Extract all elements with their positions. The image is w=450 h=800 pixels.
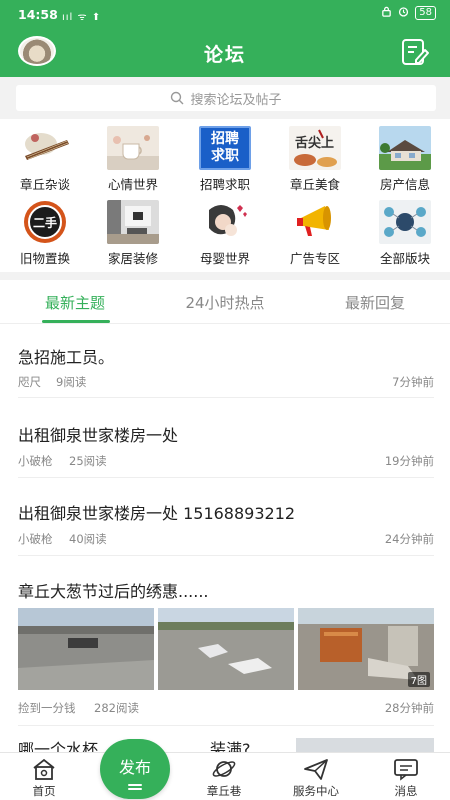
- post-author: 小破枪: [18, 454, 53, 468]
- recruitment-image: 招聘求职: [199, 126, 251, 170]
- post-time: 24分钟前: [384, 532, 434, 546]
- photo-count-badge: 7图: [407, 672, 430, 687]
- nav-messages-label: 消息: [394, 784, 418, 798]
- post-photo-strip: 7图: [18, 608, 434, 690]
- message-icon: [394, 759, 418, 781]
- post-title: 章丘大葱节过后的绣惠......: [18, 582, 209, 601]
- zither-image: [19, 126, 71, 170]
- alarm-icon: [398, 6, 409, 20]
- nav-home[interactable]: 首页: [4, 757, 84, 799]
- category-label: 全部版块: [379, 251, 430, 266]
- status-time: 14:58: [18, 7, 58, 22]
- search-icon: [171, 91, 184, 105]
- post-time: 7分钟前: [392, 375, 434, 389]
- post-time: 28分钟前: [384, 701, 434, 715]
- paper-plane-icon: [304, 759, 328, 780]
- tab-latest-replies[interactable]: 最新回复: [300, 292, 450, 313]
- megaphone-image: [289, 200, 341, 244]
- mother-baby-image: [199, 200, 251, 244]
- publish-label: 发布: [118, 758, 151, 777]
- post-title: 出租御泉世家楼房一处 15168893212: [18, 504, 296, 523]
- category-grid: 章丘杂谈 心情世界 招聘求职 招聘求职 舌尖上 章丘美食 房产信息 二手 旧物置…: [0, 122, 450, 268]
- category-label: 家居装修: [107, 251, 158, 266]
- lock-icon: [381, 6, 392, 20]
- category-label: 旧物置换: [19, 251, 70, 266]
- food-image: 舌尖上: [289, 126, 341, 170]
- section-divider: [0, 272, 450, 280]
- post-read-count: 25阅读: [69, 454, 107, 468]
- category-mother-baby[interactable]: 母婴世界: [180, 196, 270, 268]
- post-photo[interactable]: [158, 608, 294, 690]
- nav-home-label: 首页: [32, 784, 56, 798]
- nav-messages[interactable]: 消息: [366, 757, 446, 799]
- post-read-count: 40阅读: [69, 532, 107, 546]
- category-home-decor[interactable]: 家居装修: [88, 196, 178, 268]
- home-icon: [33, 758, 55, 780]
- edit-post-icon[interactable]: [400, 38, 430, 66]
- post-author: 小破枪: [18, 532, 53, 546]
- post-author: 捡到一分钱: [18, 701, 76, 715]
- status-bar: 14:58 ııl ᯤ ⬆ 58: [0, 0, 450, 28]
- nav-lane-label: 章丘巷: [206, 784, 242, 798]
- post-photo[interactable]: 7图: [298, 608, 434, 690]
- list-item[interactable]: 出租御泉世家楼房一处 15168893212 小破枪 40阅读 24分钟前: [18, 486, 434, 556]
- tab-24h-hot[interactable]: 24小时热点: [150, 292, 300, 313]
- top-bar: 14:58 ııl ᯤ ⬆ 58 论坛: [0, 0, 450, 77]
- category-mood-world[interactable]: 心情世界: [88, 122, 178, 194]
- search-placeholder: 搜索论坛及帖子: [190, 92, 282, 108]
- house-image: [379, 126, 431, 170]
- tab-latest-topics[interactable]: 最新主题: [0, 292, 150, 313]
- publish-button[interactable]: 发布: [100, 739, 170, 799]
- cup-image: [107, 126, 159, 170]
- nav-zhangqiu-lane[interactable]: 章丘巷: [184, 757, 264, 799]
- nav-service-label: 服务中心: [293, 784, 339, 798]
- post-title: 急招施工员。: [18, 348, 115, 367]
- category-label: 心情世界: [107, 177, 158, 192]
- category-label: 房产信息: [379, 177, 430, 192]
- bottom-nav: 首页 章丘巷 服务中心 消息: [0, 752, 450, 800]
- secondhand-image: 二手: [19, 200, 71, 244]
- search-section: 搜索论坛及帖子: [0, 77, 450, 119]
- post-read-count: 282阅读: [94, 701, 139, 715]
- category-secondhand[interactable]: 二手 旧物置换: [0, 196, 90, 268]
- post-photo[interactable]: [18, 608, 154, 690]
- battery-indicator: 58: [415, 6, 436, 20]
- category-label: 章丘美食: [289, 177, 340, 192]
- post-tabs: 最新主题 24小时热点 最新回复: [0, 282, 450, 324]
- post-title: 出租御泉世家楼房一处: [18, 426, 179, 445]
- search-input[interactable]: 搜索论坛及帖子: [16, 85, 436, 111]
- category-food[interactable]: 舌尖上 章丘美食: [270, 122, 360, 194]
- post-read-count: 9阅读: [56, 375, 87, 389]
- category-label: 招聘求职: [199, 177, 250, 192]
- list-item[interactable]: 出租御泉世家楼房一处 小破枪 25阅读 19分钟前: [18, 408, 434, 478]
- category-label: 广告专区: [289, 251, 340, 266]
- publish-handle-icon: [128, 784, 142, 786]
- nav-service-center[interactable]: 服务中心: [276, 757, 356, 799]
- post-author: 咫尺: [18, 375, 41, 389]
- category-real-estate[interactable]: 房产信息: [360, 122, 450, 194]
- category-ads[interactable]: 广告专区: [270, 196, 360, 268]
- all-boards-image: [379, 200, 431, 244]
- category-label: 母婴世界: [199, 251, 250, 266]
- category-all-boards[interactable]: 全部版块: [360, 196, 450, 268]
- planet-icon: [212, 761, 236, 777]
- interior-image: [107, 200, 159, 244]
- category-zhangqiu-chat[interactable]: 章丘杂谈: [0, 122, 90, 194]
- status-right: 58: [381, 6, 436, 20]
- post-time: 19分钟前: [384, 454, 434, 468]
- list-item[interactable]: 急招施工员。 咫尺 9阅读 7分钟前: [18, 334, 434, 398]
- signal-icon: ııl ᯤ ⬆: [62, 12, 102, 23]
- category-recruitment[interactable]: 招聘求职 招聘求职: [180, 122, 270, 194]
- category-label: 章丘杂谈: [19, 177, 70, 192]
- active-tab-indicator: [42, 320, 110, 323]
- publish-handle-icon: [128, 788, 142, 790]
- page-title: 论坛: [203, 44, 246, 66]
